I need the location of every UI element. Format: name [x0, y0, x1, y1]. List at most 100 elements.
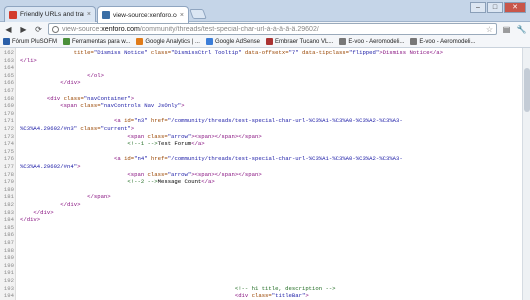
code-token: class=: [77, 102, 101, 110]
bookmark-item[interactable]: Fórum PluSOFM: [3, 38, 57, 45]
new-tab-button[interactable]: [189, 9, 207, 19]
source-code: <div class="titleBar">: [20, 292, 309, 299]
line-number: 193: [3, 284, 14, 292]
address-bar[interactable]: view-source:xenforo.com/community/thread…: [48, 23, 497, 35]
source-line: 183 </div>: [0, 209, 530, 216]
source-code: %C3%A4.29602/#n4">: [20, 163, 80, 170]
source-line: 182 </div>: [0, 201, 530, 208]
code-token: <!--2 -->: [20, 178, 158, 186]
line-number: 188: [3, 246, 14, 254]
line-number: 192: [3, 277, 14, 284]
source-view: 162 title="Dismiss Notice" class="Dismis…: [0, 48, 530, 300]
code-token: <a: [20, 155, 121, 163]
source-code: </div>: [20, 201, 80, 208]
wrench-icon[interactable]: 🔧: [516, 24, 527, 35]
code-token: ><span></span></span>: [191, 132, 262, 140]
bookmark-label: Google Analytics | ...: [145, 38, 200, 45]
line-number: 184: [3, 216, 14, 224]
code-token: <!-- h1 title, description -->: [20, 284, 336, 292]
forward-button[interactable]: ▶: [18, 24, 29, 35]
source-code: <span class="arrow"><span></span></span>: [20, 132, 262, 140]
line-number: 163: [3, 56, 14, 64]
tab-close-icon[interactable]: ×: [87, 11, 91, 18]
tab-title: Friendly URLs and translati: [20, 11, 84, 18]
code-token: class=: [60, 94, 84, 102]
line-number: 186: [3, 231, 14, 239]
code-token: <!--1 -->: [20, 140, 158, 148]
url-path: /community/threads/test-special-char-url…: [139, 25, 319, 33]
source-line: 162 title="Dismiss Notice" class="Dismis…: [0, 49, 530, 56]
source-line: 171 <a id="n3" href="/community/threads/…: [0, 117, 530, 124]
code-token: ><span></span></span>: [191, 170, 262, 178]
back-button[interactable]: ◀: [3, 24, 14, 35]
bookmark-label: E-voo - Aeromodeli...: [419, 38, 476, 45]
vertical-scrollbar[interactable]: [522, 48, 530, 300]
close-window-button[interactable]: ✕: [504, 2, 526, 13]
page-menu-icon[interactable]: ▤: [501, 24, 512, 35]
source-line: 190: [0, 262, 530, 269]
source-line: 179 <!--2 -->Message Count</a>: [0, 178, 530, 185]
bookmark-item[interactable]: Google AdSense: [205, 38, 260, 45]
code-token: "titleBar": [271, 292, 306, 300]
source-line: 188: [0, 247, 530, 254]
code-token: "Dismiss Notice": [93, 49, 148, 56]
source-code: <!--1 -->Test Forum</a>: [20, 140, 204, 148]
bookmark-item[interactable]: Embraer Tucano VL...: [266, 38, 333, 45]
line-number: 167: [3, 87, 14, 94]
code-token: >: [305, 292, 309, 300]
tab-close-icon[interactable]: ×: [180, 12, 184, 19]
line-number: 175: [3, 147, 14, 155]
source-code: </span>: [20, 193, 111, 200]
code-token: data-tipclass=: [298, 49, 350, 56]
bookmark-item[interactable]: E-voo - Aeromodeli...: [410, 38, 475, 45]
source-code: </div>: [20, 209, 53, 216]
code-token: </div>: [20, 79, 81, 87]
line-number: 194: [3, 292, 14, 300]
bookmark-label: E-voo - Aeromodeli...: [348, 38, 405, 45]
line-number: 183: [3, 208, 14, 216]
bookmark-item[interactable]: Ferramentas para w...: [63, 38, 130, 45]
line-number: 172: [3, 125, 14, 132]
url-host: xenforo.com: [101, 25, 140, 33]
source-code: <!--2 -->Message Count</a>: [20, 178, 214, 186]
code-token: >: [130, 125, 135, 132]
code-token: class=: [147, 49, 172, 56]
source-line: 170: [0, 110, 530, 117]
source-line: 174 <!--1 -->Test Forum</a>: [0, 140, 530, 147]
bookmark-item[interactable]: E-voo - Aeromodeli...: [339, 38, 404, 45]
window-controls: – □ ✕: [470, 2, 526, 13]
scrollbar-thumb[interactable]: [524, 68, 530, 112]
line-number: 162: [3, 49, 14, 56]
maximize-button[interactable]: □: [487, 2, 503, 13]
reload-button[interactable]: ⟳: [33, 24, 44, 35]
code-token: </div>: [20, 201, 81, 208]
line-number: 181: [3, 193, 14, 201]
minimize-button[interactable]: –: [470, 2, 486, 13]
source-line: 184 </div>: [0, 216, 530, 223]
code-token: data-offsetx=: [241, 49, 289, 56]
code-token: "7": [288, 49, 299, 56]
tab-friendly-urls[interactable]: Friendly URLs and translati ×: [4, 6, 96, 22]
code-token: href=: [147, 117, 168, 125]
source-line: 178 <span class="arrow"><span></span></s…: [0, 171, 530, 178]
source-line: 175: [0, 148, 530, 155]
line-number: 171: [3, 117, 14, 125]
tab-view-source[interactable]: view-source:xenforo.com/c ×: [97, 6, 189, 23]
bookmark-star-icon[interactable]: ☆: [486, 25, 493, 34]
code-token: "/community/threads/test-special-char-ur…: [167, 117, 403, 125]
address-url[interactable]: view-source:xenforo.com/community/thread…: [62, 26, 319, 33]
line-number: 170: [3, 109, 14, 117]
code-token: </li>: [20, 56, 37, 64]
source-line: 176 <a id="n4" href="/community/threads/…: [0, 155, 530, 162]
source-line: 173 <span class="arrow"><span></span></s…: [0, 133, 530, 140]
tab-strip: Friendly URLs and translati × view-sourc…: [0, 0, 530, 23]
line-number: 173: [3, 132, 14, 140]
bookmark-item[interactable]: Google Analytics | ...: [136, 38, 200, 45]
code-token: <span: [20, 170, 145, 178]
source-code: <a id="n3" href="/community/threads/test…: [20, 117, 403, 124]
line-number: 174: [3, 140, 14, 148]
code-token: "/community/threads/test-special-char-ur…: [167, 155, 403, 163]
globe-icon: [52, 25, 59, 33]
bookmark-favicon-icon: [339, 38, 347, 45]
code-token: "navContainer": [83, 94, 131, 102]
